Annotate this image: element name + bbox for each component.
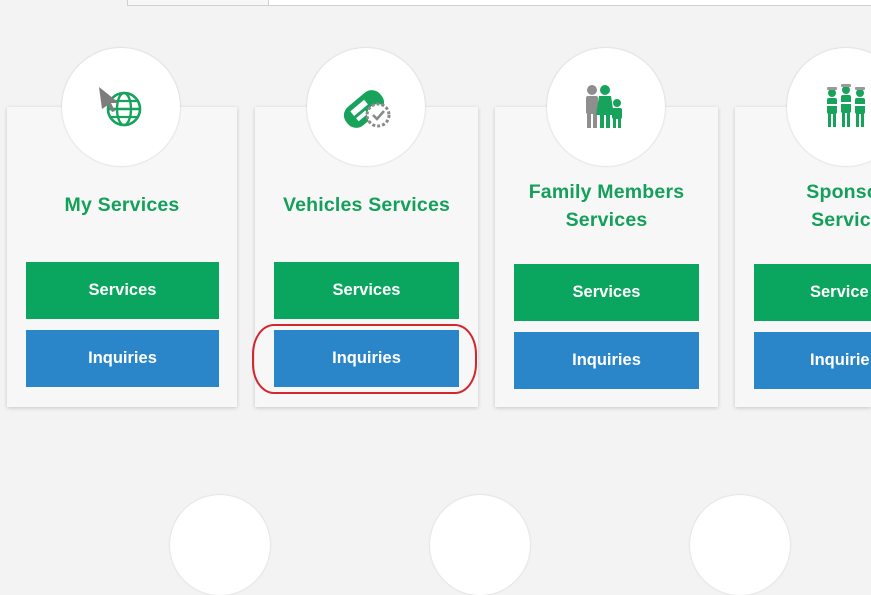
family-icon <box>586 85 622 128</box>
sponsor-services-label: Service <box>810 283 869 301</box>
family-icon-circle <box>547 48 665 166</box>
top-field-segment <box>128 0 269 5</box>
globe-cursor-icon <box>99 87 142 127</box>
family-members-title-line1: Family Members <box>528 181 685 203</box>
family-inquiries-button[interactable]: Inquiries <box>514 332 699 389</box>
top-search-field[interactable] <box>127 0 871 6</box>
sponsor-inquiries-button[interactable]: Inquirie <box>754 332 871 389</box>
family-members-title-line2: Services <box>565 209 648 231</box>
my-services-icon-circle <box>62 48 180 166</box>
sponsor-services-button[interactable]: Service <box>754 264 871 321</box>
my-services-services-button[interactable]: Services <box>26 262 219 319</box>
next-row-icon-circle-2 <box>430 495 530 595</box>
family-services-button[interactable]: Services <box>514 264 699 321</box>
vehicles-inquiries-button[interactable]: Inquiries <box>274 330 459 387</box>
vehicles-icon-circle <box>307 48 425 166</box>
vehicles-services-title: Vehicles Services <box>282 194 451 216</box>
sponsor-title-line1: Sponsor <box>806 181 871 203</box>
my-services-inquiries-button[interactable]: Inquiries <box>26 330 219 387</box>
vehicle-badge-icon <box>343 90 391 128</box>
next-row-icon-circle-1 <box>170 495 270 595</box>
vehicles-services-button[interactable]: Services <box>274 262 459 319</box>
sponsor-title: Sponsor Service <box>735 178 871 234</box>
my-services-title: My Services <box>64 194 180 216</box>
family-members-title: Family Members Services <box>495 178 718 234</box>
workers-icon <box>827 84 865 127</box>
sponsor-inquiries-label: Inquirie <box>810 351 870 369</box>
next-row-icon-circle-3 <box>690 495 790 595</box>
sponsor-title-line2: Service <box>811 209 871 231</box>
